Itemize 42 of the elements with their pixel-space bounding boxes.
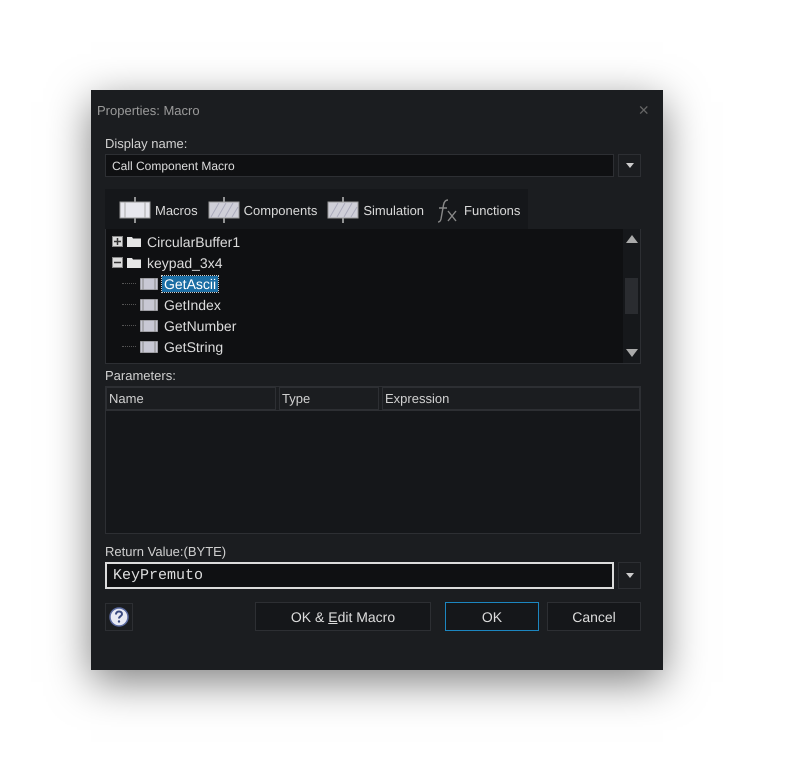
parameters-label: Parameters: xyxy=(105,368,177,383)
display-name-field[interactable]: Call Component Macro xyxy=(105,154,614,177)
expand-icon[interactable] xyxy=(112,236,123,247)
help-button[interactable] xyxy=(105,602,133,630)
folder-icon xyxy=(127,236,141,247)
tree-item[interactable]: GetIndex xyxy=(162,296,223,312)
macro-icon xyxy=(140,298,158,310)
scroll-down-icon[interactable] xyxy=(626,349,638,357)
caret-icon xyxy=(626,163,634,168)
folder-icon xyxy=(127,257,141,268)
tab[interactable]: Simulation xyxy=(325,193,426,227)
block-icon xyxy=(119,197,151,223)
return-value-label: Return Value:(BYTE) xyxy=(105,544,228,559)
block-icon xyxy=(327,197,360,223)
return-value-field[interactable]: KeyPremuto xyxy=(105,562,614,589)
caret-icon xyxy=(626,573,634,578)
tree-item[interactable]: CircularBuffer1 xyxy=(145,234,242,250)
dialog-button[interactable]: Cancel xyxy=(547,602,641,631)
dropdown-button[interactable] xyxy=(618,154,641,177)
tab[interactable]: Macros xyxy=(117,193,200,227)
column-header[interactable]: Name xyxy=(106,387,276,410)
macro-icon xyxy=(140,320,158,332)
scrollbar[interactable] xyxy=(623,229,640,363)
tab[interactable]: Components xyxy=(206,193,320,227)
display-name-label: Display name: xyxy=(105,136,188,151)
tree-item[interactable]: GetAscii xyxy=(162,276,218,292)
tree-item[interactable]: keypad_3x4 xyxy=(145,254,225,270)
help-icon xyxy=(109,606,129,626)
collapse-icon[interactable] xyxy=(112,257,123,268)
scroll-up-icon[interactable] xyxy=(626,235,638,243)
macro-icon xyxy=(140,340,158,352)
macro-icon xyxy=(140,278,158,290)
dropdown-button[interactable] xyxy=(618,562,641,589)
tree-item[interactable]: GetString xyxy=(162,338,226,354)
window-title: Properties: Macro xyxy=(97,102,200,118)
column-header[interactable]: Type xyxy=(279,387,379,410)
block-icon xyxy=(208,197,240,223)
tab[interactable]: Functions xyxy=(432,193,522,227)
dialog-button[interactable]: OK xyxy=(445,602,539,631)
dialog-button[interactable]: OK & Edit Macro xyxy=(255,602,431,631)
tree-item[interactable]: GetNumber xyxy=(162,318,238,334)
column-header[interactable]: Expression xyxy=(382,387,640,410)
